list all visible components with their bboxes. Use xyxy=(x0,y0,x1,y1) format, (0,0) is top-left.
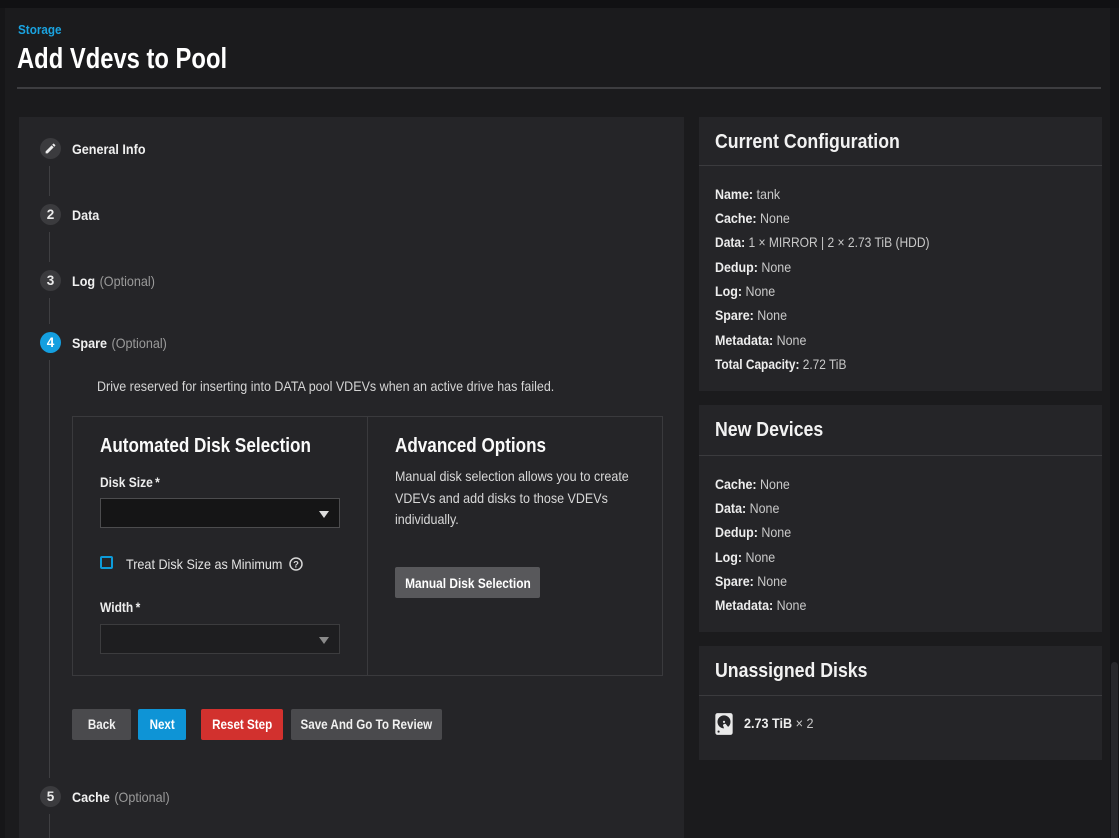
svg-text:?: ? xyxy=(293,559,299,570)
